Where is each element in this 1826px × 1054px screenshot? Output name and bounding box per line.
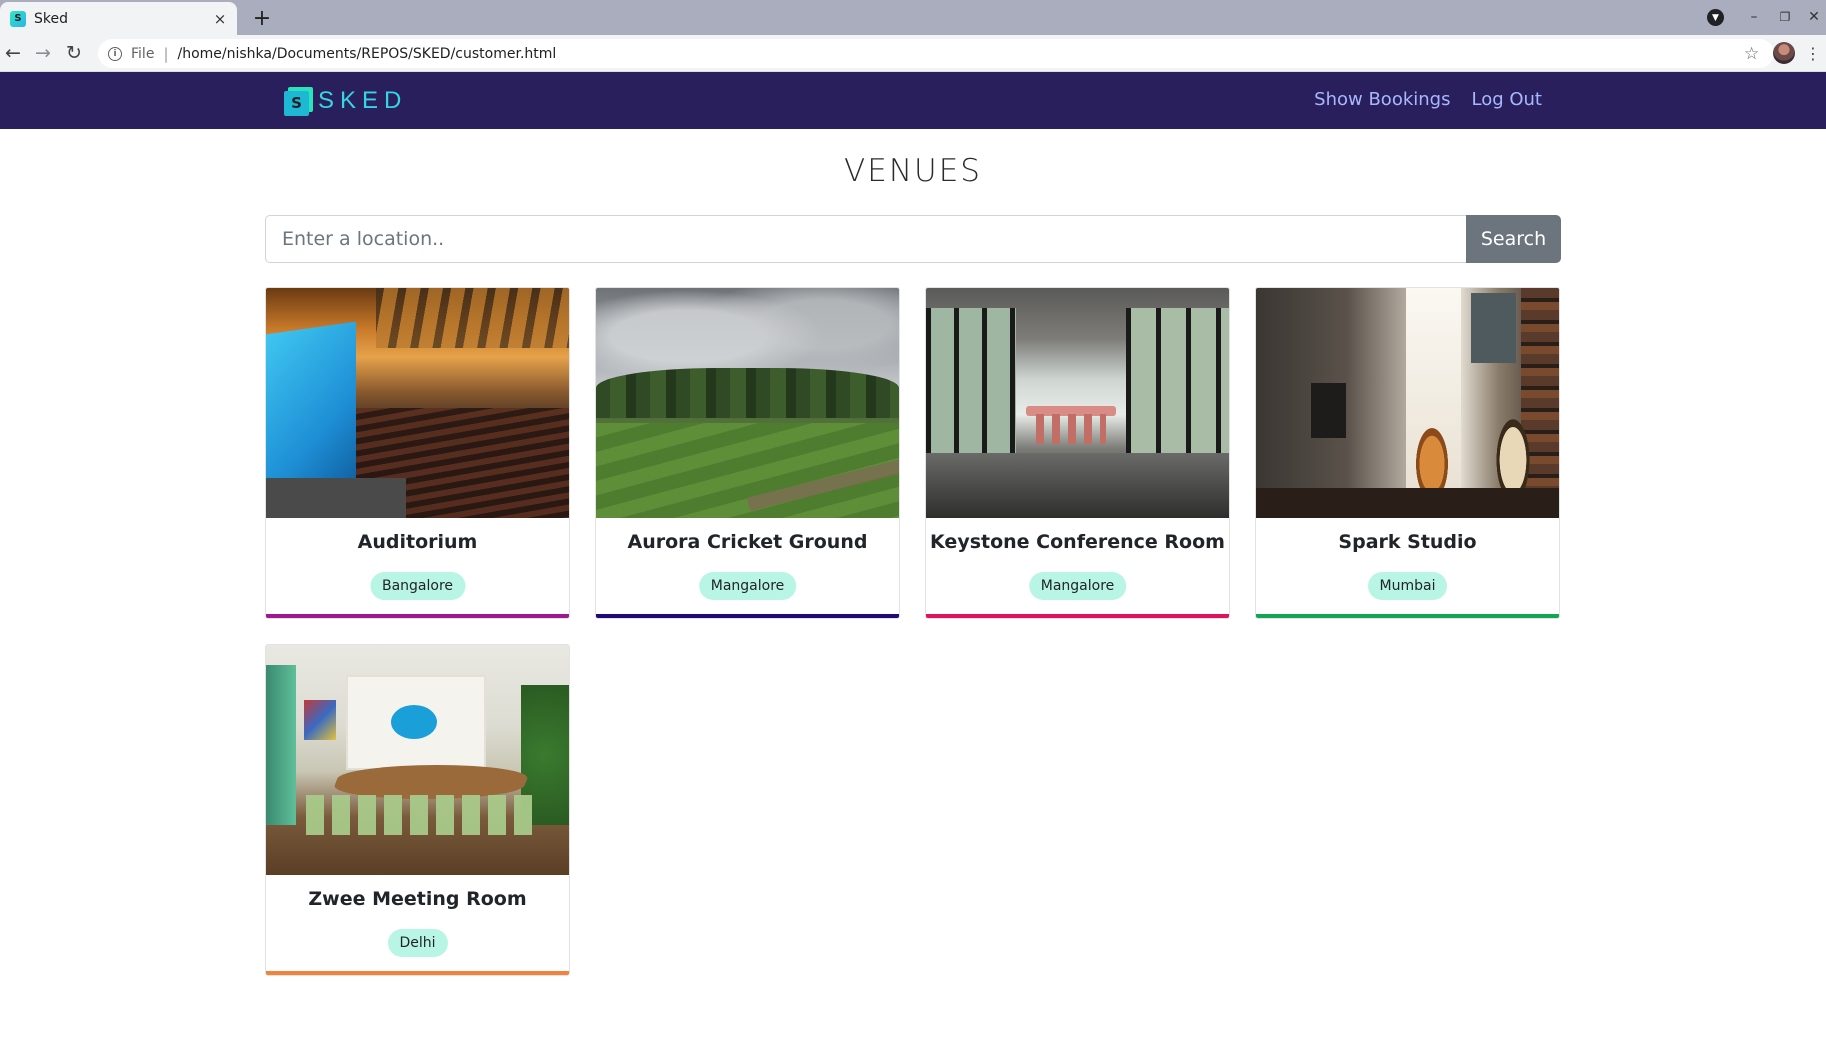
minimize-icon[interactable]: – bbox=[1742, 5, 1766, 29]
info-icon[interactable]: i bbox=[108, 46, 122, 61]
profile-avatar[interactable] bbox=[1773, 42, 1795, 64]
location-search-input[interactable] bbox=[265, 215, 1466, 263]
tab-close-icon[interactable]: × bbox=[209, 8, 231, 30]
new-tab-button[interactable]: + bbox=[248, 4, 276, 32]
location-badge: Bangalore bbox=[369, 572, 466, 600]
star-icon[interactable]: ☆ bbox=[1744, 44, 1764, 64]
venue-card[interactable]: Zwee Meeting Room Delhi bbox=[265, 644, 570, 976]
nav-links: Show Bookings Log Out bbox=[1314, 89, 1542, 110]
window-close-icon[interactable]: ✕ bbox=[1802, 5, 1826, 29]
venue-image-cricket-ground bbox=[596, 288, 899, 518]
show-bookings-link[interactable]: Show Bookings bbox=[1314, 89, 1450, 110]
sked-logo-icon: S bbox=[284, 86, 313, 116]
venue-name: Zwee Meeting Room bbox=[308, 888, 527, 910]
address-bar[interactable]: i File | /home/nishka/Documents/REPOS/SK… bbox=[98, 39, 1774, 68]
venue-image-auditorium bbox=[266, 288, 569, 518]
browser-toolbar: ← → ↻ i File | /home/nishka/Documents/RE… bbox=[0, 35, 1826, 72]
reload-icon[interactable]: ↻ bbox=[61, 40, 87, 66]
venue-card[interactable]: Aurora Cricket Ground Mangalore bbox=[595, 287, 900, 619]
card-accent-bar bbox=[596, 614, 899, 618]
card-accent-bar bbox=[266, 614, 569, 618]
browser-tab-strip: S Sked × + ▼ – ❐ ✕ bbox=[0, 0, 1826, 35]
location-badge: Mangalore bbox=[1028, 572, 1127, 600]
arrow-right-icon[interactable]: → bbox=[30, 40, 56, 66]
sked-favicon-icon: S bbox=[10, 10, 26, 27]
url-text[interactable]: /home/nishka/Documents/REPOS/SKED/custom… bbox=[178, 46, 1745, 62]
venue-card[interactable]: Auditorium Bangalore bbox=[265, 287, 570, 619]
location-badge: Mumbai bbox=[1367, 572, 1448, 600]
scheme-label: File bbox=[131, 45, 155, 62]
venue-card[interactable]: Spark Studio Mumbai bbox=[1255, 287, 1560, 619]
restore-icon[interactable]: ❐ bbox=[1773, 5, 1797, 29]
card-accent-bar bbox=[1256, 614, 1559, 618]
search-button[interactable]: Search bbox=[1466, 215, 1561, 263]
tab-title: Sked bbox=[34, 10, 68, 27]
site-navbar: S SKED Show Bookings Log Out bbox=[0, 72, 1826, 129]
brand-link[interactable]: S SKED bbox=[284, 85, 407, 117]
venue-name: Spark Studio bbox=[1338, 531, 1477, 553]
brand-name: SKED bbox=[318, 87, 408, 114]
omnibox-separator: | bbox=[163, 44, 169, 63]
kebab-menu-icon[interactable]: ⋮ bbox=[1805, 41, 1821, 65]
location-badge: Mangalore bbox=[698, 572, 797, 600]
venue-name: Keystone Conference Room bbox=[930, 531, 1225, 553]
tab-search-icon[interactable]: ▼ bbox=[1707, 9, 1724, 26]
arrow-left-icon[interactable]: ← bbox=[0, 40, 26, 66]
location-badge: Delhi bbox=[387, 929, 448, 957]
venue-image-studio bbox=[1256, 288, 1559, 518]
card-accent-bar bbox=[266, 971, 569, 975]
venue-image-conference-room bbox=[926, 288, 1229, 518]
search-form: Search bbox=[265, 215, 1561, 263]
venue-name: Aurora Cricket Ground bbox=[627, 531, 868, 553]
log-out-link[interactable]: Log Out bbox=[1471, 89, 1542, 110]
page-title: VENUES bbox=[844, 153, 982, 189]
venue-name: Auditorium bbox=[357, 531, 478, 553]
venue-card[interactable]: Keystone Conference Room Mangalore bbox=[925, 287, 1230, 619]
browser-tab[interactable]: S Sked × bbox=[0, 2, 237, 35]
venue-image-meeting-room bbox=[266, 645, 569, 875]
card-accent-bar bbox=[926, 614, 1229, 618]
